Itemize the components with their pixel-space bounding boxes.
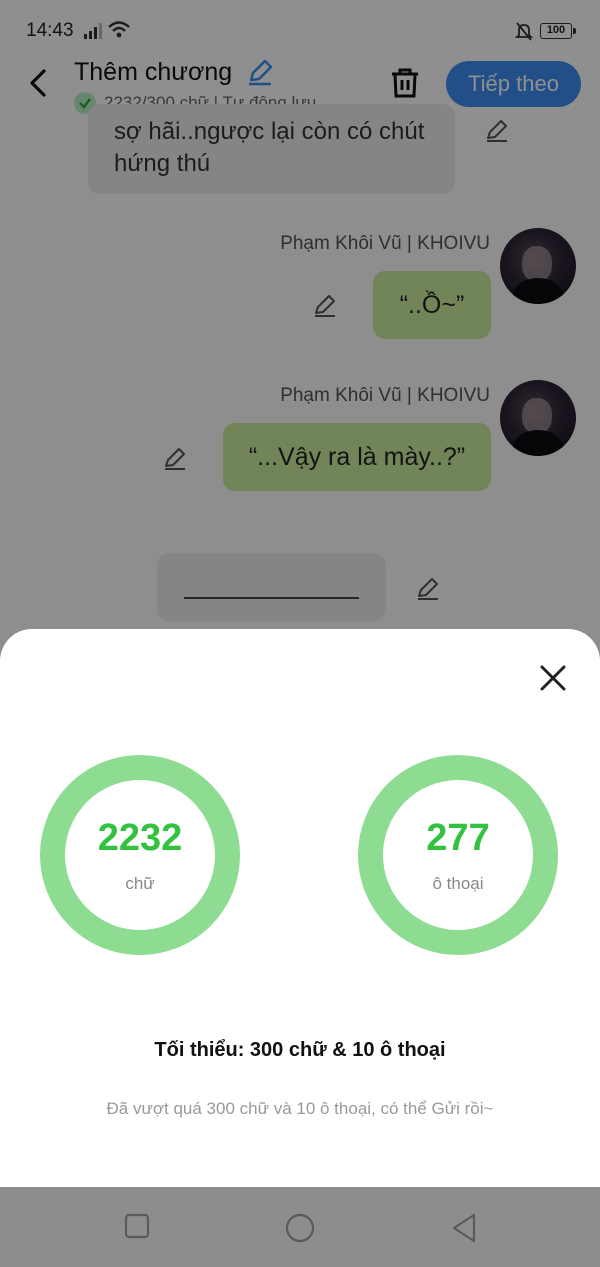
word-count-label: chữ	[125, 874, 155, 893]
minimum-requirement: Tối thiểu: 300 chữ & 10 ô thoại	[154, 1039, 446, 1061]
dialogue-count-label: ô thoại	[432, 874, 484, 893]
dialogue-count-value: 277	[426, 817, 490, 859]
close-icon[interactable]	[536, 661, 570, 695]
stats-bottom-sheet: 2232 chữ 277 ô thoại Tối thiểu: 300 chữ …	[0, 629, 600, 1187]
back-nav-icon[interactable]	[449, 1212, 479, 1244]
requirement-note: Đã vượt quá 300 chữ và 10 ô thoại, có th…	[106, 1099, 494, 1118]
dialogue-count-ring: 277 ô thoại	[358, 755, 558, 955]
recent-apps-icon[interactable]	[123, 1212, 151, 1240]
system-navigation-bar	[0, 1187, 600, 1267]
home-icon[interactable]	[284, 1212, 316, 1244]
word-count-value: 2232	[97, 817, 183, 859]
word-count-ring: 2232 chữ	[40, 755, 240, 955]
